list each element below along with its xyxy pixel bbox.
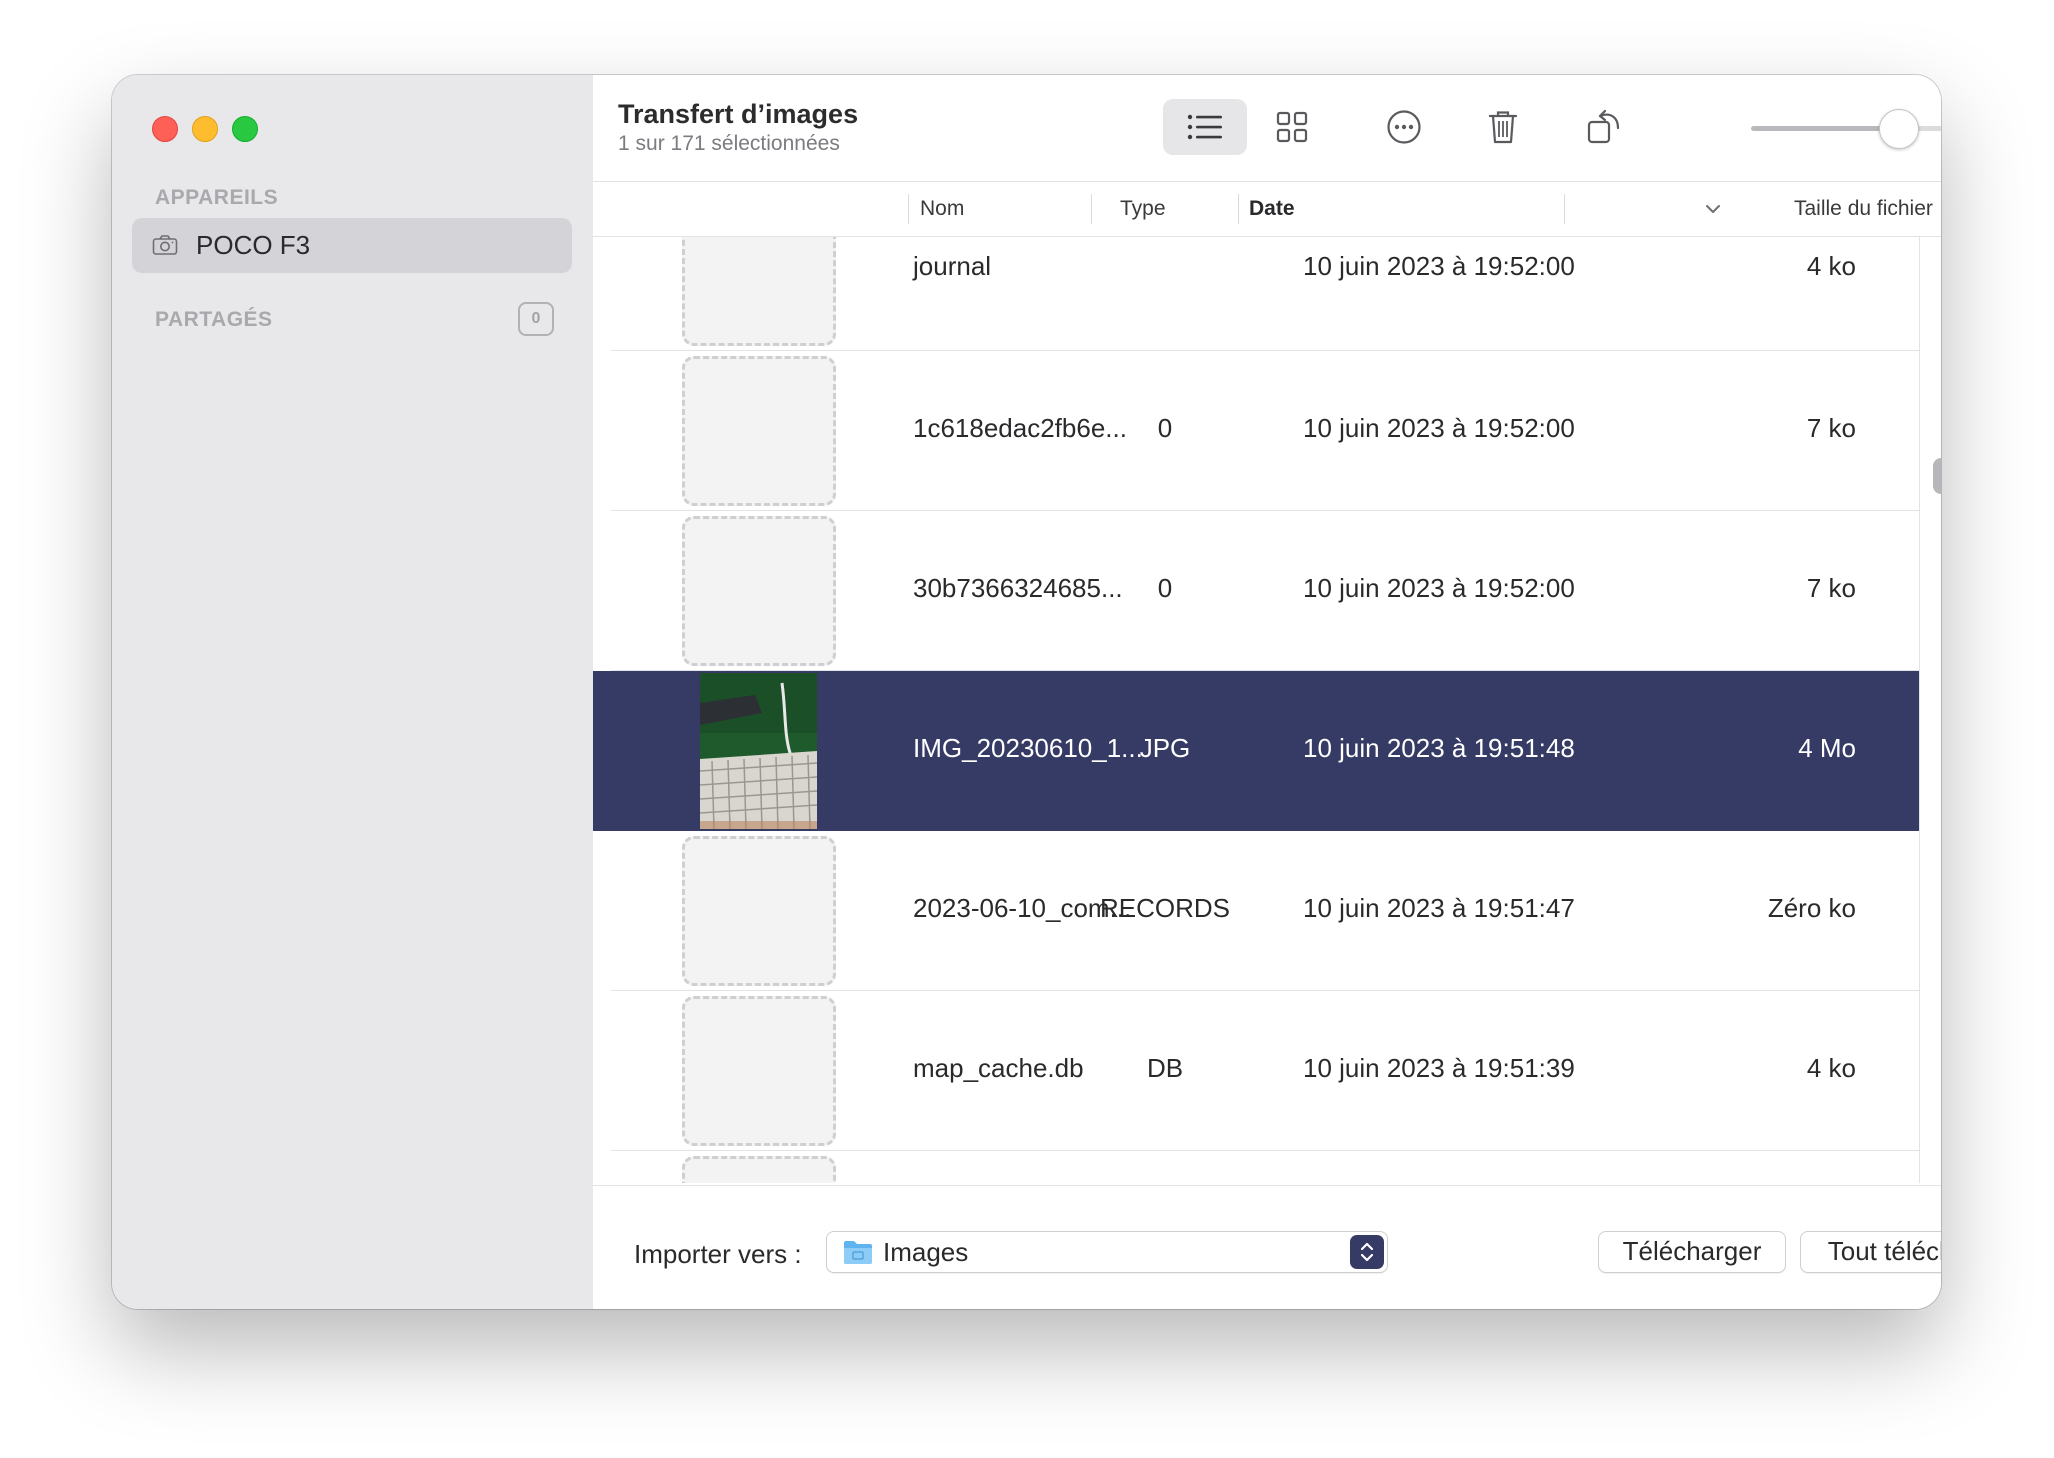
thumbnail-placeholder	[682, 1156, 836, 1183]
thumbnail-placeholder	[682, 996, 836, 1146]
file-type: 0	[1157, 413, 1173, 443]
vertical-scrollbar[interactable]	[1933, 458, 1941, 494]
table-row-partial[interactable]	[593, 1151, 1919, 1183]
table-row[interactable]: journal 10 juin 2023 à 19:52:00 4 ko	[593, 237, 1919, 351]
thumbnail-placeholder	[682, 836, 836, 986]
column-header-type[interactable]: Type	[1120, 197, 1166, 221]
import-destination-value: Images	[883, 1237, 969, 1267]
column-header-name[interactable]: Nom	[920, 197, 964, 221]
column-header-size[interactable]: Taille du fichier	[1794, 197, 1933, 221]
list-view-button[interactable]	[1163, 99, 1247, 155]
list-right-edge	[1919, 237, 1920, 1183]
file-date: 10 juin 2023 à 19:51:47	[1303, 893, 1575, 923]
thumbnail-placeholder	[682, 356, 836, 506]
minimize-window-button[interactable]	[192, 116, 218, 142]
file-list[interactable]: journal 10 juin 2023 à 19:52:00 4 ko 1c6…	[593, 237, 1919, 1183]
sidebar-item-poco-f3[interactable]: POCO F3	[132, 218, 572, 273]
devices-section-label: APPAREILS	[155, 186, 279, 209]
file-name: map_cache.db	[913, 1053, 1084, 1083]
slider-knob[interactable]	[1879, 109, 1919, 149]
chevron-down-icon	[1706, 205, 1720, 213]
rotate-button[interactable]	[1563, 99, 1647, 155]
table-row-selected[interactable]: IMG_20230610_1... JPG 10 juin 2023 à 19:…	[593, 671, 1919, 831]
file-size: 4 Mo	[1798, 733, 1856, 763]
file-size: 7 ko	[1806, 573, 1856, 603]
column-header-date[interactable]: Date	[1249, 197, 1295, 221]
import-footer: Importer vers : Images Télécharger Tout …	[593, 1185, 1941, 1309]
trash-icon	[1488, 111, 1518, 144]
file-size: 4 ko	[1806, 251, 1856, 281]
download-button[interactable]: Télécharger	[1598, 1231, 1786, 1273]
file-size: Zéro ko	[1767, 893, 1856, 923]
window-title: Transfert d’images	[618, 99, 859, 129]
more-options-button[interactable]	[1362, 99, 1446, 155]
camera-icon	[152, 235, 178, 255]
delete-button[interactable]	[1461, 99, 1545, 155]
file-date: 10 juin 2023 à 19:52:00	[1303, 413, 1575, 443]
file-name: journal	[913, 251, 992, 281]
download-all-button[interactable]: Tout télécharger	[1800, 1231, 1941, 1273]
main-content: Transfert d’images 1 sur 171 sélectionné…	[593, 75, 1941, 1309]
table-header: Nom Type Date Taille du fichier	[593, 182, 1941, 237]
column-separator	[1091, 194, 1092, 224]
file-size: 7 ko	[1806, 413, 1856, 443]
file-date: 10 juin 2023 à 19:51:39	[1303, 1053, 1575, 1083]
photo-thumbnail	[700, 673, 817, 829]
file-size: 4 ko	[1806, 1053, 1856, 1083]
toolbar: Transfert d’images 1 sur 171 sélectionné…	[593, 75, 1941, 182]
image-capture-window: APPAREILS POCO F3 PARTAGÉS 0 Transfert d…	[112, 75, 1941, 1309]
column-separator	[1238, 194, 1239, 224]
import-destination-select[interactable]: Images	[826, 1231, 1388, 1273]
rotate-icon	[1587, 109, 1620, 144]
table-row[interactable]: map_cache.db DB 10 juin 2023 à 19:51:39 …	[593, 991, 1919, 1151]
table-row[interactable]: 1c618edac2fb6e... 0 10 juin 2023 à 19:52…	[593, 351, 1919, 511]
sidebar: APPAREILS POCO F3 PARTAGÉS 0	[112, 75, 594, 1309]
selection-status: 1 sur 171 sélectionnées	[618, 132, 840, 155]
grid-view-button[interactable]	[1250, 99, 1334, 155]
more-icon	[1387, 110, 1421, 144]
file-type: RECORDS	[1099, 893, 1230, 923]
file-date: 10 juin 2023 à 19:52:00	[1303, 251, 1575, 281]
table-row[interactable]: 2023-06-10_com... RECORDS 10 juin 2023 à…	[593, 831, 1919, 991]
import-to-label: Importer vers :	[634, 1239, 802, 1269]
column-separator	[1564, 194, 1565, 224]
table-row[interactable]: 30b7366324685... 0 10 juin 2023 à 19:52:…	[593, 511, 1919, 671]
shared-count-badge: 0	[518, 302, 554, 336]
folder-icon	[844, 1241, 872, 1264]
shared-section-label: PARTAGÉS	[155, 308, 273, 331]
grid-view-icon	[1276, 111, 1308, 143]
chevron-up-down-icon	[1360, 1242, 1374, 1262]
file-type: 0	[1157, 573, 1173, 603]
file-date: 10 juin 2023 à 19:51:48	[1303, 733, 1575, 763]
select-stepper[interactable]	[1350, 1235, 1384, 1269]
file-type: JPG	[1139, 733, 1191, 763]
sidebar-item-label: POCO F3	[196, 230, 311, 260]
file-name: 30b7366324685...	[913, 573, 1123, 603]
file-type: DB	[1146, 1053, 1184, 1083]
zoom-window-button[interactable]	[232, 116, 258, 142]
file-date: 10 juin 2023 à 19:52:00	[1303, 573, 1575, 603]
close-window-button[interactable]	[152, 116, 178, 142]
column-separator	[908, 194, 909, 224]
list-view-icon	[1187, 114, 1222, 140]
thumbnail-placeholder	[682, 516, 836, 666]
thumbnail-placeholder	[682, 237, 836, 346]
